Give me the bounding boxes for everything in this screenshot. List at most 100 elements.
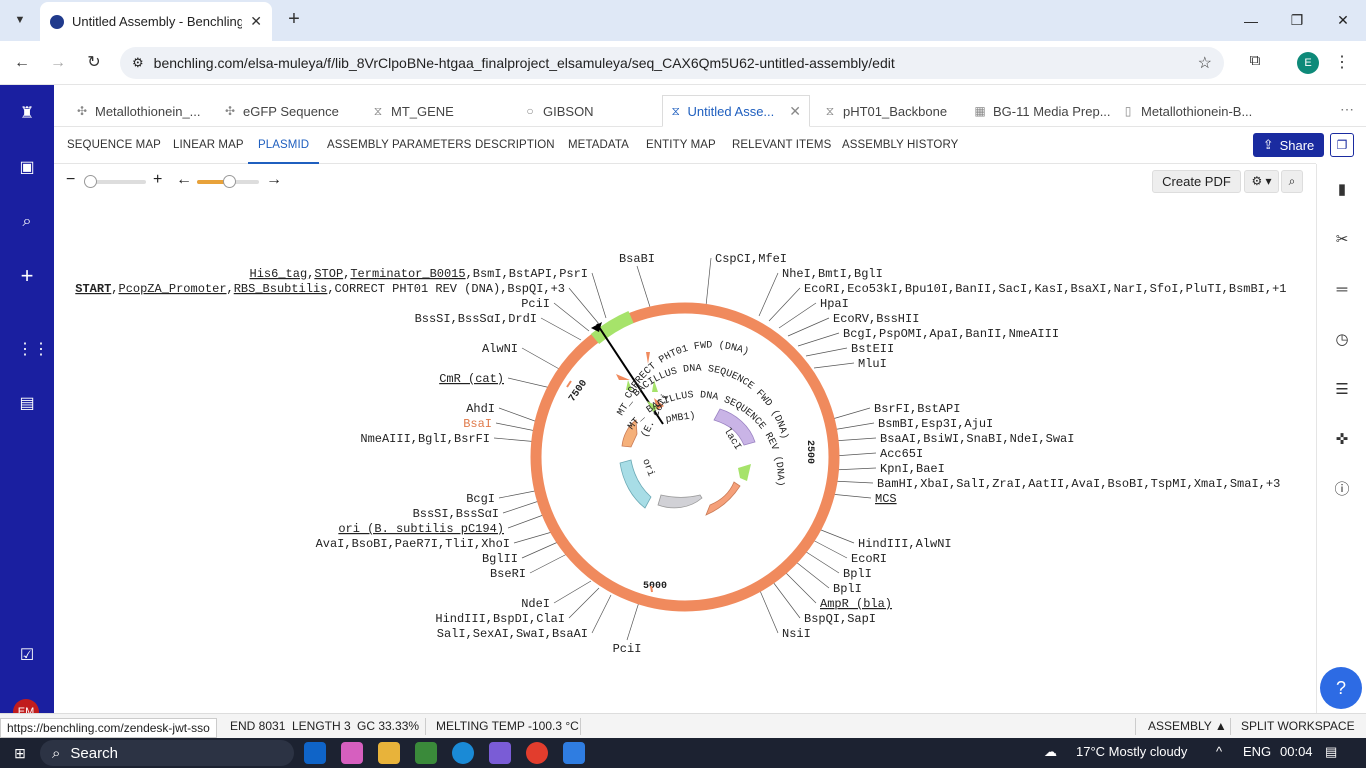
doc-tab-metallothionein-b[interactable]: ▯ Metallothionein-B... (1122, 95, 1272, 127)
doc-tab-bg11-media[interactable]: ▦ BG-11 Media Prep... (974, 95, 1124, 127)
gene-feature-green[interactable] (738, 464, 751, 481)
site-label[interactable]: BsaI (463, 417, 492, 431)
notifications-icon[interactable]: ▤ (1325, 744, 1337, 760)
site-label[interactable]: ori (B. subtilis pC194) (338, 522, 504, 536)
tab-assembly-parameters[interactable]: ASSEMBLY PARAMETERS (327, 127, 471, 164)
taskbar-search[interactable]: ⌕ Search (40, 740, 294, 766)
tab-relevant-items[interactable]: RELEVANT ITEMS (732, 127, 831, 164)
tab-metadata[interactable]: METADATA (568, 127, 629, 164)
zoom-in-icon[interactable]: + (153, 171, 162, 189)
site-settings-icon[interactable]: ⚙ (132, 55, 144, 71)
create-icon[interactable]: + (17, 265, 37, 287)
site-label[interactable]: HindIII,AlwNI (858, 537, 952, 551)
find-button[interactable]: ⌕ (1281, 170, 1303, 193)
site-label[interactable]: NmeAIII,BglI,BsrFI (360, 432, 490, 446)
site-label[interactable]: BplI (843, 567, 872, 581)
site-label[interactable]: KpnI,BaeI (880, 462, 945, 476)
weather-text[interactable]: 17°C Mostly cloudy (1076, 744, 1187, 759)
tab-entity-map[interactable]: ENTITY MAP (646, 127, 716, 164)
site-label[interactable]: BssSI,BssSαI (413, 507, 499, 521)
site-label[interactable]: BsaBI (619, 252, 655, 266)
site-label[interactable]: HpaI (820, 297, 849, 311)
site-label[interactable]: MluI (858, 357, 887, 371)
extensions-icon[interactable]: ⧉ (1244, 52, 1266, 74)
site-label[interactable]: BsmBI,Esp3I,AjuI (878, 417, 993, 431)
rotate-left-icon[interactable]: ← (176, 171, 192, 189)
tab-description[interactable]: DESCRIPTION (475, 127, 555, 164)
site-label[interactable]: AlwNI (482, 342, 518, 356)
zoom-slider[interactable] (84, 175, 146, 188)
bookmark-icon[interactable]: ▮ (1332, 180, 1352, 200)
site-label[interactable]: NsiI (782, 627, 811, 641)
help-button[interactable]: ? (1320, 667, 1362, 709)
zoom-slider-handle[interactable] (84, 175, 97, 188)
primer-fwd-marker[interactable] (646, 352, 650, 364)
create-pdf-button[interactable]: Create PDF (1152, 170, 1241, 193)
tasks-icon[interactable]: ☑ (17, 646, 37, 666)
site-label[interactable]: Acc65I (880, 447, 923, 461)
site-label[interactable]: EcoRI,Eco53kI,Bpu10I,BanII,SacI,KasI,Bsa… (804, 282, 1286, 296)
site-label[interactable]: AvaI,BsoBI,PaeR7I,TliI,XhoI (316, 537, 510, 551)
doc-tab-untitled-assembly[interactable]: ⧖ Untitled Asse... ✕ (662, 95, 810, 127)
new-tab-button[interactable]: + (282, 8, 306, 32)
history-clock-icon[interactable]: ◷ (1332, 330, 1352, 350)
site-label[interactable]: PciI (613, 642, 642, 656)
tab-linear-map[interactable]: LINEAR MAP (173, 127, 244, 164)
rotate-right-icon[interactable]: → (266, 171, 282, 189)
zoom-out-icon[interactable]: − (66, 171, 75, 189)
clock[interactable]: 00:04 (1280, 744, 1313, 759)
more-tabs-icon[interactable]: ⋯ (1340, 101, 1354, 118)
doc-tab-pht01-backbone[interactable]: ⧖ pHT01_Backbone (824, 95, 974, 127)
file-explorer-icon[interactable] (378, 742, 400, 764)
ai-app-icon[interactable] (489, 742, 511, 764)
features-icon[interactable]: ✜ (1332, 430, 1352, 450)
forward-icon[interactable]: → (46, 51, 70, 75)
site-label[interactable]: AhdI (466, 402, 495, 416)
primer-rev-marker[interactable] (616, 374, 630, 380)
search-icon[interactable]: ⌕ (17, 212, 37, 232)
benchling-logo-icon[interactable]: ♜ (17, 104, 37, 124)
rotation-slider-handle[interactable] (223, 175, 236, 188)
ampr-inner-feature[interactable] (705, 481, 741, 516)
tab-assembly-history[interactable]: ASSEMBLY HISTORY (842, 127, 958, 164)
site-label[interactable]: NdeI (521, 597, 550, 611)
site-label[interactable]: BsrFI,BstAPI (874, 402, 960, 416)
site-label[interactable]: SalI,SexAI,SwaI,BsaAI (437, 627, 588, 641)
site-label[interactable]: BstEII (851, 342, 894, 356)
windows-start-icon[interactable]: ⊞ (10, 743, 30, 763)
site-label[interactable]: BspQI,SapI (804, 612, 876, 626)
back-icon[interactable]: ← (10, 51, 34, 75)
outlook-icon[interactable] (304, 742, 326, 764)
settings-dropdown-button[interactable]: ⚙ ▾ (1244, 170, 1279, 193)
tab-search-chevron-icon[interactable]: ▼ (8, 8, 32, 32)
close-tab-icon[interactable]: ✕ (250, 13, 262, 30)
browser-menu-icon[interactable]: ⋮ (1334, 52, 1350, 74)
reload-icon[interactable]: ↻ (82, 51, 106, 75)
apps-grid-icon[interactable]: ⋮⋮ (17, 340, 49, 360)
rotation-slider[interactable] (197, 175, 259, 188)
site-label[interactable]: EcoRI (851, 552, 887, 566)
site-label[interactable]: BssSI,BssSαI,DrdI (415, 312, 537, 326)
close-doc-tab-icon[interactable]: ✕ (789, 103, 801, 120)
doc-tab-gibson[interactable]: ○ GIBSON (524, 95, 674, 127)
copilot-icon[interactable] (341, 742, 363, 764)
alignments-icon[interactable]: ═ (1332, 280, 1352, 300)
projects-icon[interactable]: ▣ (17, 158, 37, 178)
info-icon[interactable]: ⓘ (1332, 480, 1352, 500)
assembly-toggle[interactable]: ASSEMBLY ▲ (1148, 719, 1227, 733)
site-label[interactable]: HindIII,BspDI,ClaI (435, 612, 565, 626)
profile-avatar[interactable]: E (1297, 52, 1319, 74)
omnibox[interactable]: ⚙ benchling.com/elsa-muleya/f/lib_8VrClp… (120, 47, 1224, 79)
site-label[interactable]: PciI (521, 297, 550, 311)
minimize-icon[interactable]: — (1228, 0, 1274, 41)
grey-feature[interactable] (657, 494, 703, 509)
doc-tab-metallothionein[interactable]: ✣ Metallothionein_... (76, 95, 226, 127)
site-label[interactable]: BsaAI,BsiWI,SnaBI,NdeI,SwaI (880, 432, 1074, 446)
weather-icon[interactable]: ☁ (1044, 744, 1057, 760)
tab-sequence-map[interactable]: SEQUENCE MAP (67, 127, 161, 164)
close-window-icon[interactable]: ✕ (1320, 0, 1366, 41)
site-label[interactable]: CspCI,MfeI (715, 252, 787, 266)
bookmark-star-icon[interactable]: ☆ (1198, 53, 1212, 73)
site-label[interactable]: START,PcopZA_Promoter,RBS_Bsubtilis,CORR… (75, 282, 565, 296)
tab-plasmid[interactable]: PLASMID (248, 127, 320, 164)
